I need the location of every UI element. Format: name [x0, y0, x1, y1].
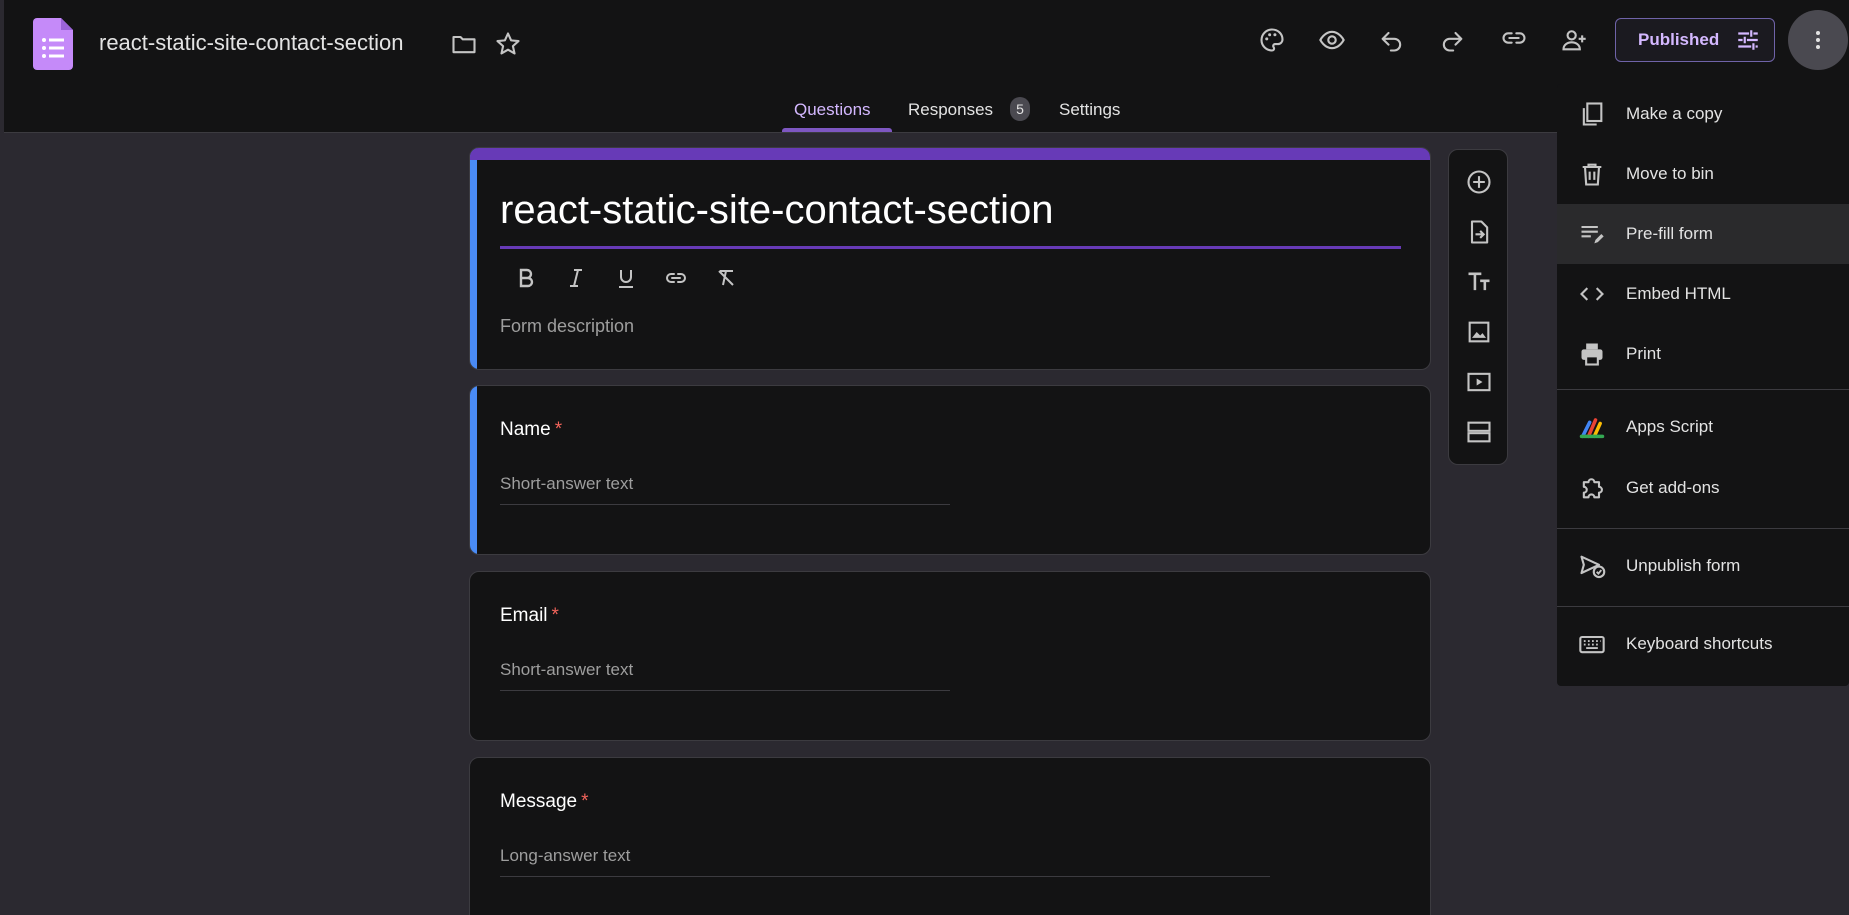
menu-item-apps-script[interactable]: Apps Script — [1557, 397, 1849, 457]
add-collaborator-icon[interactable] — [1554, 20, 1594, 60]
required-asterisk: * — [581, 791, 589, 812]
menu-divider — [1557, 389, 1849, 390]
prefill-icon — [1577, 219, 1607, 249]
card-accent-bar — [470, 148, 1430, 160]
answer-placeholder: Short-answer text — [500, 660, 634, 679]
required-asterisk: * — [551, 605, 559, 626]
folder-icon[interactable] — [444, 24, 484, 64]
menu-item-get-addons[interactable]: Get add-ons — [1557, 458, 1849, 518]
answer-placeholder: Short-answer text — [500, 474, 634, 493]
print-icon — [1577, 339, 1607, 369]
menu-item-label: Pre-fill form — [1626, 224, 1713, 243]
keyboard-icon — [1577, 629, 1607, 659]
clear-format-icon[interactable] — [706, 258, 746, 298]
puzzle-icon — [1577, 473, 1607, 503]
menu-item-label: Print — [1626, 344, 1661, 363]
menu-item-label: Apps Script — [1626, 417, 1713, 436]
insert-link-icon[interactable] — [656, 258, 696, 298]
menu-item-prefill-form[interactable]: Pre-fill form — [1557, 204, 1849, 264]
more-options-button[interactable] — [1788, 10, 1848, 70]
more-options-menu: Make a copy Move to bin Pre-fill form Em… — [1557, 84, 1849, 686]
menu-item-label: Get add-ons — [1626, 478, 1720, 497]
answer-placeholder: Long-answer text — [500, 846, 631, 865]
menu-item-label: Unpublish form — [1626, 556, 1741, 575]
question-card-name[interactable]: Name * Short-answer text — [469, 385, 1431, 555]
menu-divider — [1557, 528, 1849, 529]
menu-item-label: Move to bin — [1626, 164, 1714, 183]
answer-underline — [500, 504, 950, 505]
more-vert-icon — [1806, 28, 1830, 52]
apps-script-icon — [1577, 412, 1607, 442]
italic-icon[interactable] — [556, 258, 596, 298]
publish-settings-icon — [1735, 27, 1761, 53]
add-image-icon[interactable] — [1459, 312, 1499, 352]
question-toolbar — [1448, 149, 1508, 465]
forms-logo-icon[interactable] — [33, 18, 75, 70]
question-title: Message * — [500, 791, 589, 812]
question-title: Name * — [500, 419, 563, 440]
form-title-card[interactable]: react-static-site-contact-section Form d… — [469, 147, 1431, 370]
title-focus-underline — [500, 246, 1401, 249]
form-description[interactable]: Form description — [500, 316, 634, 337]
published-label: Published — [1638, 30, 1720, 49]
menu-item-unpublish-form[interactable]: Unpublish form — [1557, 536, 1849, 596]
menu-item-embed-html[interactable]: Embed HTML — [1557, 264, 1849, 324]
question-title: Email * — [500, 605, 559, 626]
bold-icon[interactable] — [506, 258, 546, 298]
undo-icon[interactable] — [1372, 20, 1412, 60]
answer-underline — [500, 876, 1270, 877]
preview-icon[interactable] — [1312, 20, 1352, 60]
menu-item-label: Make a copy — [1626, 104, 1723, 123]
link-icon[interactable] — [1494, 18, 1534, 58]
document-title[interactable]: react-static-site-contact-section — [99, 30, 403, 56]
palette-icon[interactable] — [1252, 20, 1292, 60]
menu-item-make-copy[interactable]: Make a copy — [1557, 84, 1849, 144]
add-title-icon[interactable] — [1459, 262, 1499, 302]
required-asterisk: * — [554, 419, 563, 440]
code-icon — [1577, 279, 1607, 309]
responses-count-badge: 5 — [1010, 97, 1030, 121]
underline-icon[interactable] — [606, 258, 646, 298]
active-tab-indicator — [782, 128, 892, 132]
menu-divider — [1557, 606, 1849, 607]
menu-item-label: Embed HTML — [1626, 284, 1731, 303]
tab-questions[interactable]: Questions — [794, 100, 871, 120]
redo-icon[interactable] — [1432, 20, 1472, 60]
answer-underline — [500, 690, 950, 691]
copy-icon — [1577, 99, 1607, 129]
menu-item-label: Keyboard shortcuts — [1626, 634, 1773, 653]
trash-icon — [1577, 159, 1607, 189]
menu-item-print[interactable]: Print — [1557, 324, 1849, 384]
tab-settings[interactable]: Settings — [1059, 100, 1120, 120]
question-card-message[interactable]: Message * Long-answer text — [469, 757, 1431, 915]
menu-item-keyboard-shortcuts[interactable]: Keyboard shortcuts — [1557, 614, 1849, 674]
unpublish-icon — [1577, 551, 1607, 581]
question-card-email[interactable]: Email * Short-answer text — [469, 571, 1431, 741]
import-questions-icon[interactable] — [1459, 212, 1499, 252]
published-button[interactable]: Published — [1615, 18, 1775, 62]
add-video-icon[interactable] — [1459, 362, 1499, 402]
star-icon[interactable] — [488, 24, 528, 64]
tab-responses[interactable]: Responses — [908, 100, 993, 120]
add-section-icon[interactable] — [1459, 412, 1499, 452]
add-question-icon[interactable] — [1459, 162, 1499, 202]
menu-item-move-to-bin[interactable]: Move to bin — [1557, 144, 1849, 204]
form-title[interactable]: react-static-site-contact-section — [500, 188, 1054, 233]
